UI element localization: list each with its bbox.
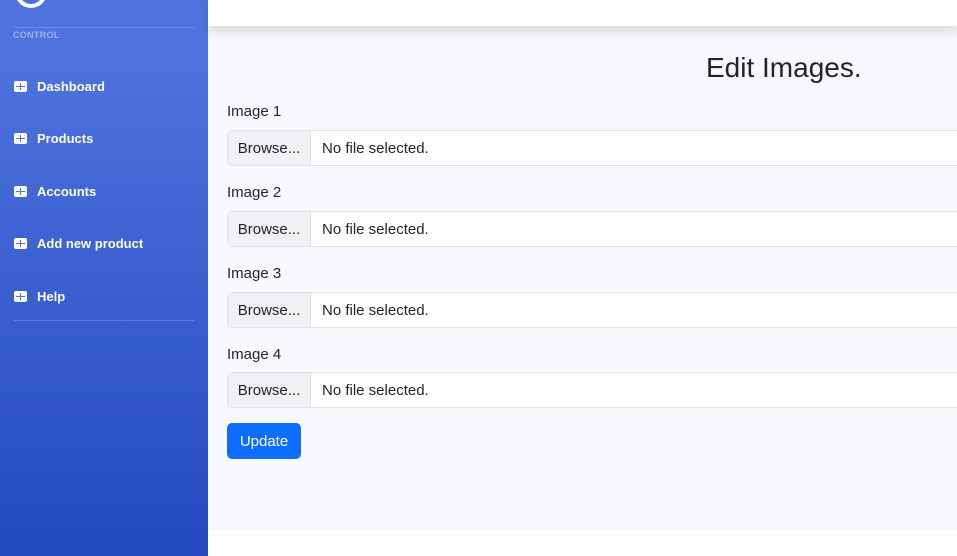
page-title: Edit Images.: [706, 52, 862, 83]
sidebar: CONTROL Dashboard Products Accounts Add …: [0, 0, 208, 556]
table-icon: [14, 290, 27, 302]
sidebar-item-label: Accounts: [37, 183, 97, 199]
table-icon: [14, 185, 27, 197]
sidebar-divider: [14, 320, 194, 321]
main-content: Edit Images. Image 1 Browse... No file s…: [208, 26, 957, 531]
image-2-file-input[interactable]: Browse... No file selected.: [227, 211, 957, 247]
table-icon: [14, 132, 27, 144]
browse-button[interactable]: Browse...: [228, 212, 311, 246]
file-status-text: No file selected.: [322, 139, 429, 157]
sidebar-item-add-new-product[interactable]: Add new product: [14, 233, 194, 253]
image-2-label: Image 2: [227, 184, 282, 201]
sidebar-item-label: Help: [37, 288, 66, 304]
sidebar-item-label: Add new product: [37, 235, 144, 251]
brand-logo-icon[interactable]: [15, 0, 47, 8]
sidebar-item-help[interactable]: Help: [14, 286, 194, 306]
image-4-label: Image 4: [227, 346, 282, 363]
file-status-text: No file selected.: [322, 220, 429, 238]
sidebar-heading: CONTROL: [13, 30, 60, 40]
browse-button[interactable]: Browse...: [228, 293, 311, 327]
sidebar-item-dashboard[interactable]: Dashboard: [14, 76, 194, 96]
sidebar-item-products[interactable]: Products: [14, 128, 194, 148]
sidebar-item-label: Products: [37, 130, 94, 146]
topbar: [208, 0, 957, 26]
file-status-text: No file selected.: [322, 381, 429, 399]
file-status-text: No file selected.: [322, 301, 429, 319]
image-3-label: Image 3: [227, 265, 282, 282]
image-4-file-input[interactable]: Browse... No file selected.: [227, 372, 957, 408]
browse-button[interactable]: Browse...: [228, 131, 311, 165]
image-1-label: Image 1: [227, 103, 282, 120]
table-icon: [14, 80, 27, 92]
update-button[interactable]: Update: [227, 423, 301, 459]
table-icon: [14, 237, 27, 249]
sidebar-divider: [14, 27, 194, 28]
image-1-file-input[interactable]: Browse... No file selected.: [227, 130, 957, 166]
sidebar-item-accounts[interactable]: Accounts: [14, 181, 194, 201]
sidebar-item-label: Dashboard: [37, 78, 105, 94]
browse-button[interactable]: Browse...: [228, 373, 311, 407]
image-3-file-input[interactable]: Browse... No file selected.: [227, 292, 957, 328]
